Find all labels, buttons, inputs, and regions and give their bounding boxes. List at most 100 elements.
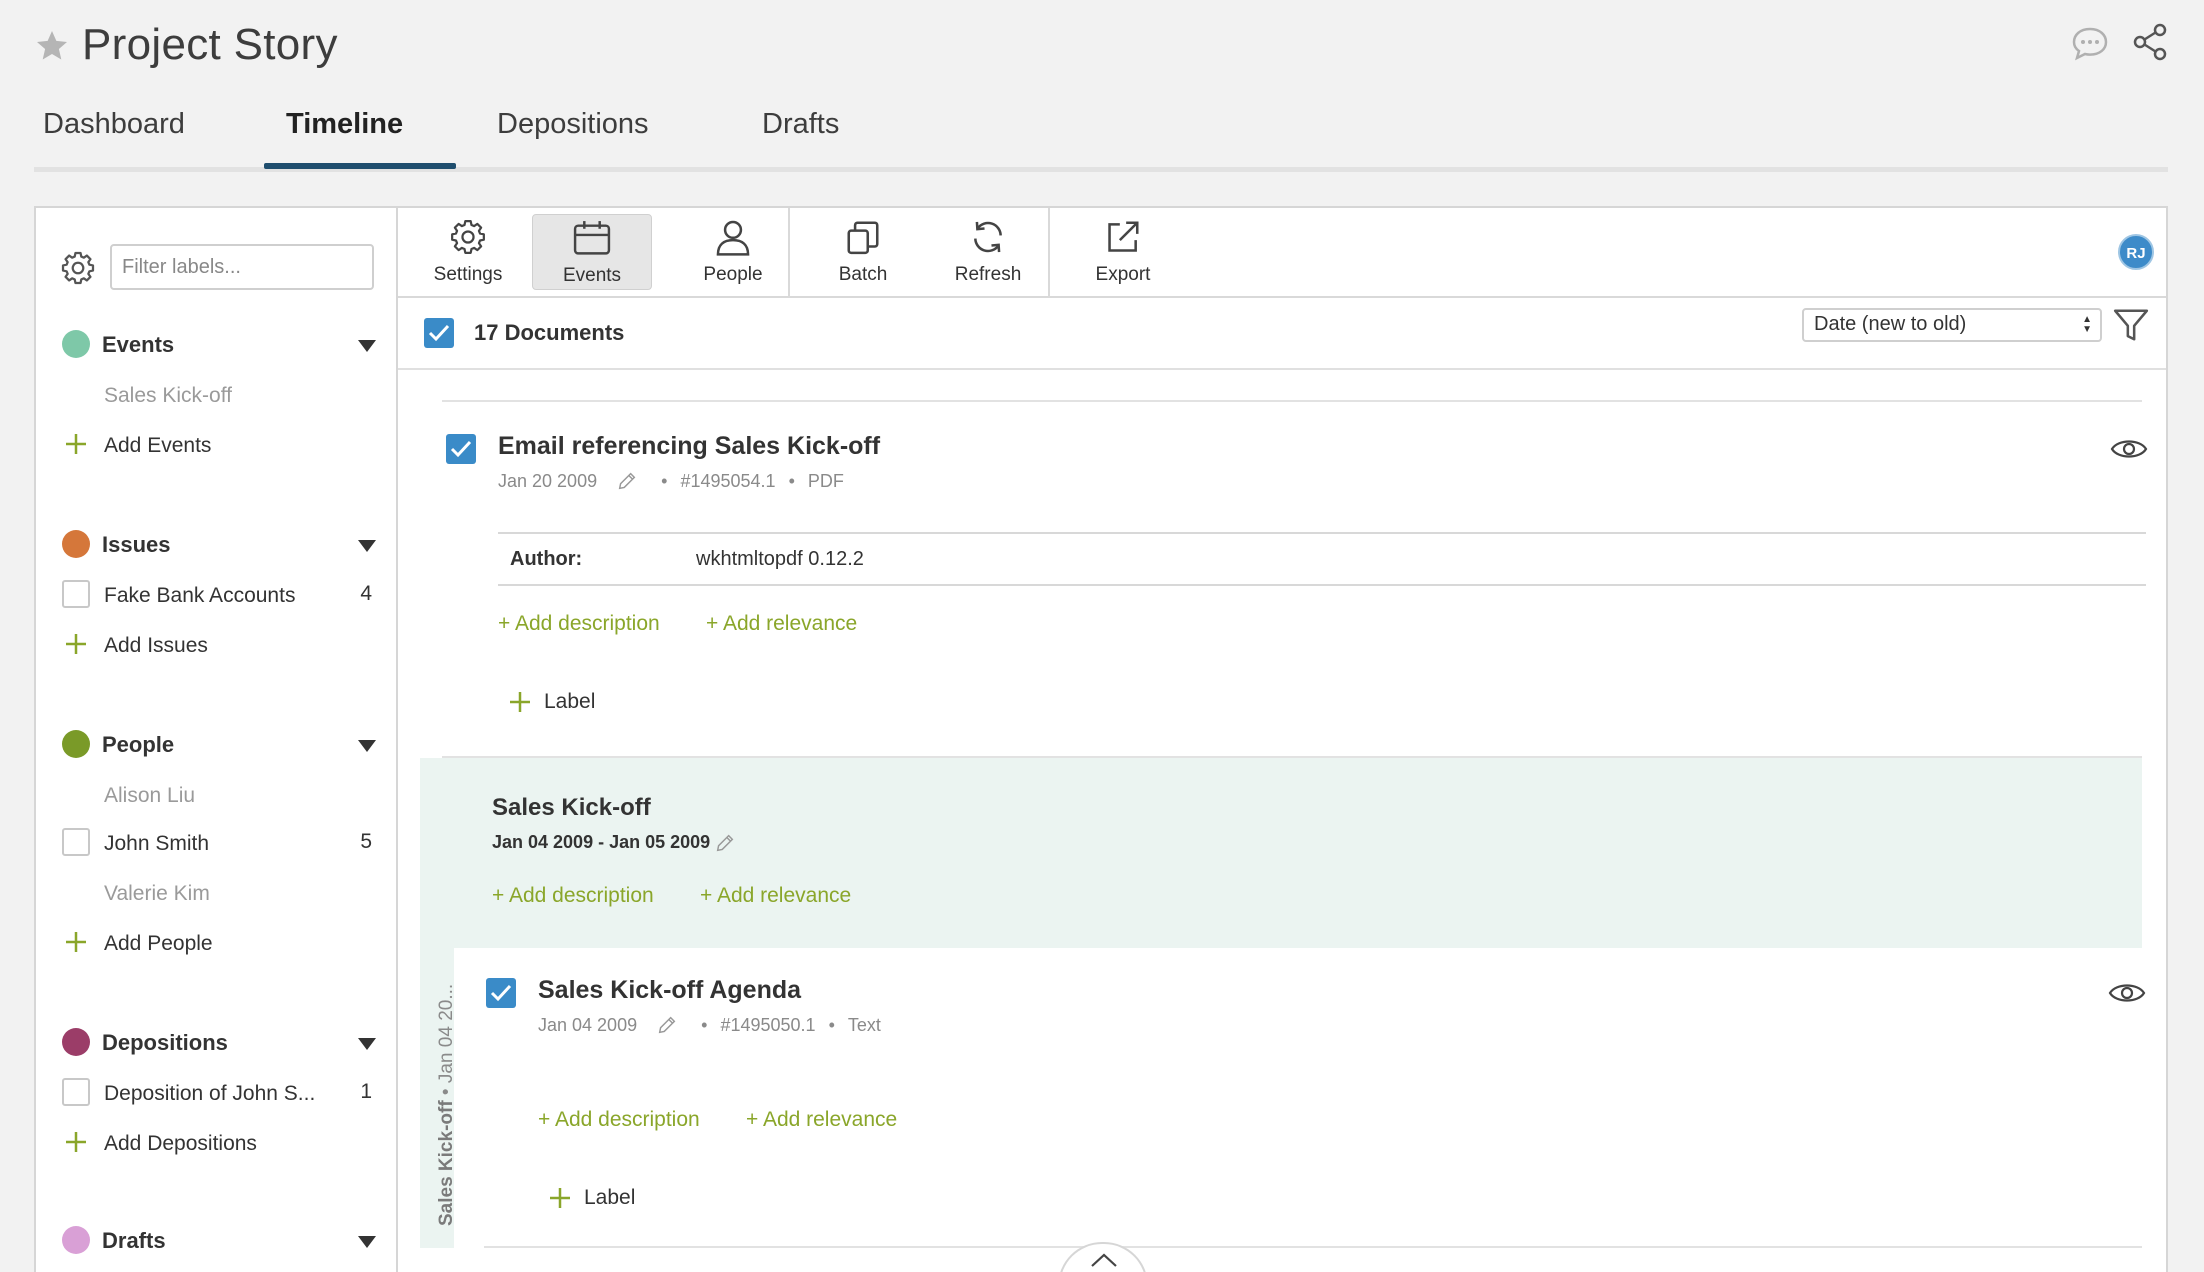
tab-depositions[interactable]: Depositions bbox=[497, 108, 649, 141]
events-color-dot bbox=[62, 330, 90, 358]
event-title[interactable]: Sales Kick-off bbox=[492, 794, 651, 822]
chat-icon[interactable] bbox=[2070, 24, 2110, 64]
add-issues-button[interactable]: Add Issues bbox=[104, 634, 208, 658]
add-description-link[interactable]: + Add description bbox=[498, 612, 660, 636]
filter-icon[interactable] bbox=[2112, 306, 2150, 344]
batch-label: Batch bbox=[838, 264, 888, 285]
document-date: Jan 04 2009 bbox=[538, 1014, 638, 1035]
author-label: Author: bbox=[510, 548, 583, 570]
people-button[interactable]: People bbox=[668, 208, 798, 296]
document-title[interactable]: Sales Kick-off Agenda bbox=[538, 976, 801, 1005]
chevron-down-icon[interactable] bbox=[358, 540, 376, 552]
pencil-icon[interactable] bbox=[656, 1014, 678, 1036]
label-item-valerie-kim[interactable]: Valerie Kim bbox=[104, 882, 210, 906]
documents-count: 17 Documents bbox=[474, 320, 625, 345]
divider bbox=[442, 400, 2142, 402]
label-item-alison-liu[interactable]: Alison Liu bbox=[104, 784, 195, 808]
add-label-button[interactable]: Label bbox=[544, 690, 595, 714]
filter-labels-input[interactable] bbox=[110, 244, 374, 290]
depositions-color-dot bbox=[62, 1028, 90, 1056]
chevron-down-icon[interactable] bbox=[358, 340, 376, 352]
add-label-button[interactable]: Label bbox=[584, 1186, 635, 1210]
gear-icon[interactable] bbox=[60, 250, 96, 286]
label-count: 4 bbox=[360, 582, 372, 605]
chevron-down-icon[interactable] bbox=[358, 1236, 376, 1248]
label-item-deposition-john[interactable]: Deposition of John S... bbox=[104, 1082, 315, 1106]
label-checkbox[interactable] bbox=[62, 1078, 90, 1106]
add-people-button[interactable]: Add People bbox=[104, 932, 213, 956]
divider bbox=[498, 532, 2146, 534]
event-group-vertical-label: Sales Kick-off • Jan 04 20... bbox=[436, 984, 458, 1226]
chevron-down-icon[interactable] bbox=[358, 740, 376, 752]
add-relevance-link[interactable]: + Add relevance bbox=[700, 884, 851, 908]
sort-value: Date (new to old) bbox=[1814, 313, 1967, 335]
label-checkbox[interactable] bbox=[62, 580, 90, 608]
plus-icon[interactable] bbox=[64, 930, 88, 954]
events-button[interactable]: Events bbox=[532, 214, 652, 290]
label-checkbox[interactable] bbox=[62, 828, 90, 856]
timeline-panel: Settings Events People Batch Refresh Exp… bbox=[396, 206, 2168, 1272]
toolbar-divider bbox=[1048, 208, 1050, 296]
category-events: Events bbox=[102, 332, 175, 357]
label-count: 1 bbox=[360, 1080, 372, 1103]
author-value: wkhtmltopdf 0.12.2 bbox=[696, 548, 864, 570]
document-date: Jan 20 2009 bbox=[498, 470, 598, 491]
label-item-fake-bank-accounts[interactable]: Fake Bank Accounts bbox=[104, 584, 295, 608]
export-label: Export bbox=[1095, 264, 1151, 285]
add-events-button[interactable]: Add Events bbox=[104, 434, 211, 458]
settings-button[interactable]: Settings bbox=[418, 208, 518, 296]
tab-dashboard[interactable]: Dashboard bbox=[43, 108, 185, 141]
tab-timeline[interactable]: Timeline bbox=[286, 108, 403, 141]
batch-icon bbox=[847, 221, 879, 255]
star-icon[interactable] bbox=[34, 28, 70, 64]
category-depositions: Depositions bbox=[102, 1030, 228, 1055]
add-description-link[interactable]: + Add description bbox=[538, 1108, 700, 1132]
document-type: PDF bbox=[807, 470, 844, 491]
timeline-toolbar: Settings Events People Batch Refresh Exp… bbox=[398, 208, 2166, 298]
label-count: 5 bbox=[360, 830, 372, 853]
select-all-checkbox[interactable] bbox=[424, 318, 454, 348]
export-button[interactable]: Export bbox=[1058, 208, 1188, 296]
label-item-sales-kickoff[interactable]: Sales Kick-off bbox=[104, 384, 232, 408]
toolbar-divider bbox=[788, 208, 790, 296]
divider bbox=[498, 584, 2146, 586]
chevron-up-icon bbox=[1091, 1253, 1117, 1267]
document-title[interactable]: Email referencing Sales Kick-off bbox=[498, 432, 880, 461]
plus-icon[interactable] bbox=[64, 432, 88, 456]
settings-label: Settings bbox=[433, 264, 503, 285]
events-label: Events bbox=[562, 265, 622, 286]
document-checkbox[interactable] bbox=[446, 434, 476, 464]
people-label: People bbox=[703, 264, 763, 285]
add-relevance-link[interactable]: + Add relevance bbox=[746, 1108, 897, 1132]
add-description-link[interactable]: + Add description bbox=[492, 884, 654, 908]
plus-icon[interactable] bbox=[508, 690, 532, 714]
sort-dropdown[interactable]: Date (new to old) ▲ ▼ bbox=[1802, 308, 2102, 342]
gear-icon bbox=[451, 220, 485, 254]
document-meta: Jan 04 2009 • #1495050.1 • Text bbox=[538, 1014, 881, 1036]
eye-icon[interactable] bbox=[2108, 978, 2146, 1008]
eye-icon[interactable] bbox=[2110, 434, 2148, 464]
select-arrows-icon: ▲ ▼ bbox=[2082, 314, 2092, 335]
people-color-dot bbox=[62, 730, 90, 758]
plus-icon[interactable] bbox=[64, 632, 88, 656]
category-people: People bbox=[102, 732, 175, 757]
drafts-color-dot bbox=[62, 1226, 90, 1254]
batch-button[interactable]: Batch bbox=[798, 208, 928, 296]
add-relevance-link[interactable]: + Add relevance bbox=[706, 612, 857, 636]
refresh-button[interactable]: Refresh bbox=[928, 208, 1048, 296]
tab-drafts[interactable]: Drafts bbox=[762, 108, 839, 141]
page-title: Project Story bbox=[82, 20, 338, 69]
pencil-icon[interactable] bbox=[714, 832, 736, 854]
label-item-john-smith[interactable]: John Smith bbox=[104, 832, 209, 856]
document-id: #1495050.1 bbox=[720, 1014, 816, 1035]
add-depositions-button[interactable]: Add Depositions bbox=[104, 1132, 257, 1156]
calendar-icon bbox=[573, 221, 611, 255]
pencil-icon[interactable] bbox=[616, 470, 638, 492]
document-checkbox[interactable] bbox=[486, 978, 516, 1008]
share-icon[interactable] bbox=[2130, 22, 2170, 62]
plus-icon[interactable] bbox=[548, 1186, 572, 1210]
plus-icon[interactable] bbox=[64, 1130, 88, 1154]
chevron-down-icon[interactable] bbox=[358, 1038, 376, 1050]
labels-sidebar: Events Sales Kick-off Add Events Issues … bbox=[34, 206, 396, 1272]
avatar[interactable]: RJ bbox=[2118, 234, 2154, 270]
